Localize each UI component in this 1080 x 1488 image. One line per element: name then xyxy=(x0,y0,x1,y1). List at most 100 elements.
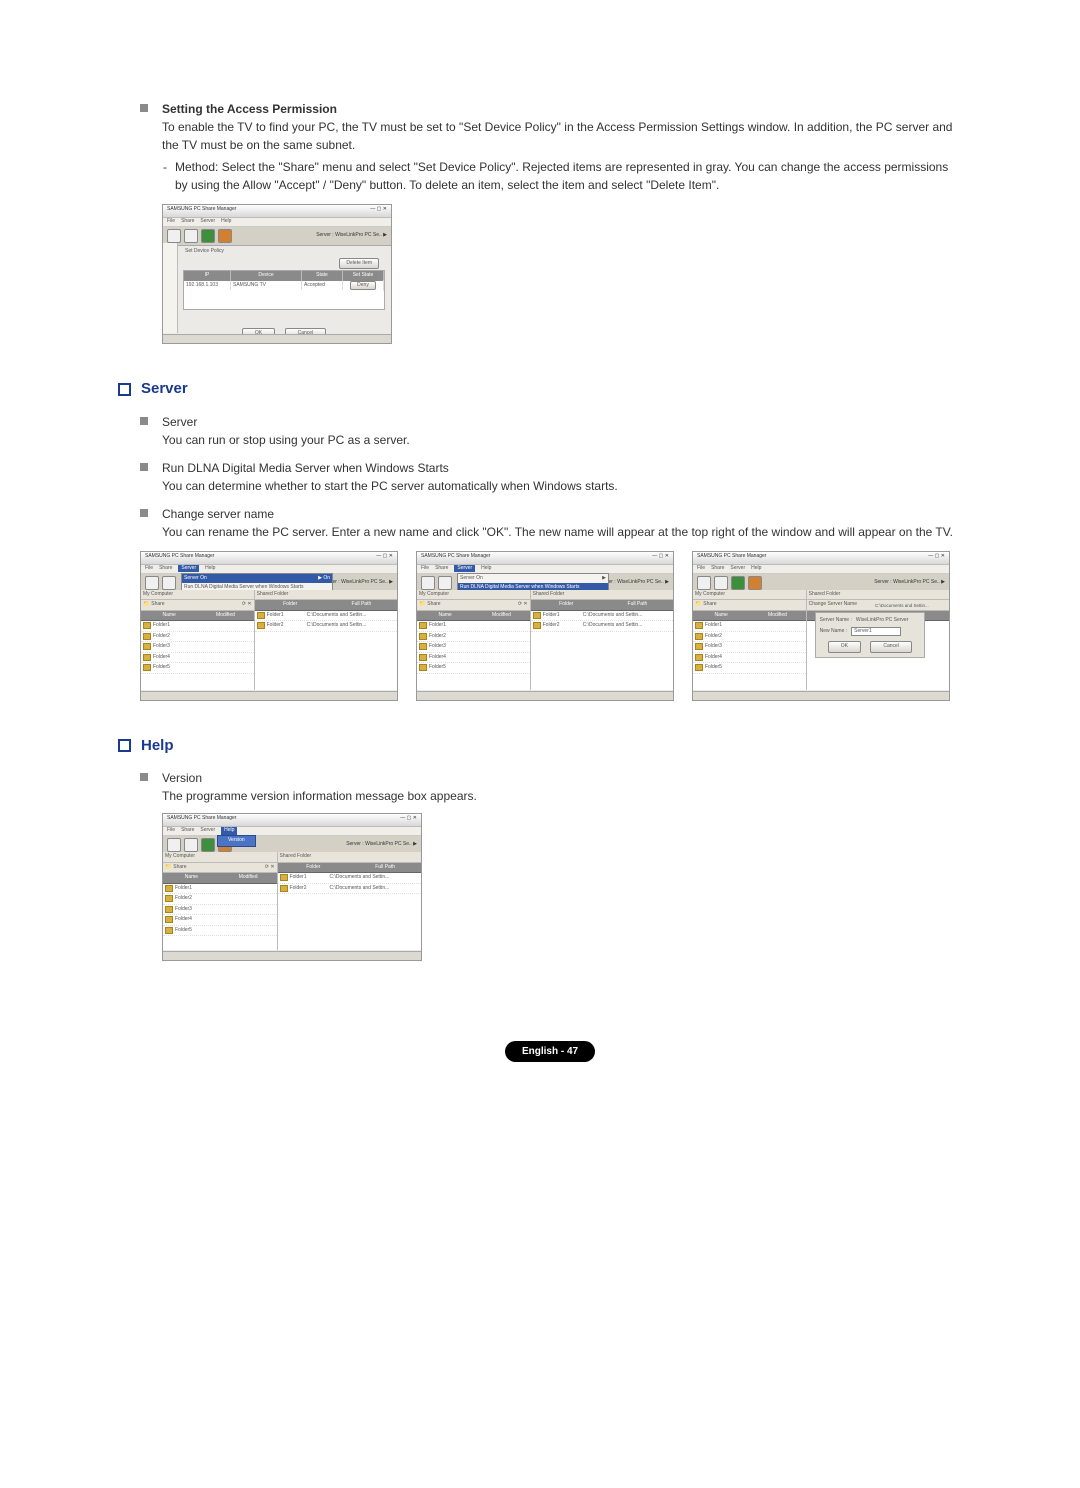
server-ss-2: SAMSUNG PC Share Manager— ▢ ✕ File Share… xyxy=(416,551,674,701)
page-number: English - 47 xyxy=(505,1041,595,1062)
folder-item[interactable]: Folder5 xyxy=(429,664,446,672)
refresh-icon[interactable] xyxy=(201,229,215,243)
shared-folder[interactable]: Folder2 xyxy=(290,885,330,893)
menu-file[interactable]: File xyxy=(167,827,175,835)
th-state: State xyxy=(302,271,343,281)
deny-button[interactable]: Deny xyxy=(350,281,376,291)
menu-server[interactable]: Server xyxy=(200,827,215,835)
toolbar-icon[interactable] xyxy=(697,576,711,590)
shared-path: C:\Documents and Settin... xyxy=(583,622,643,630)
server-opt-server[interactable]: Server On▶ On xyxy=(182,574,332,584)
bullet-icon xyxy=(140,104,148,112)
server-opt-server[interactable]: Server On▶ xyxy=(458,574,608,584)
bullet-icon xyxy=(140,417,148,425)
delete-item-button[interactable]: Delete Item xyxy=(339,258,379,270)
folder-item[interactable]: Folder1 xyxy=(175,885,192,893)
folder-item[interactable]: Folder4 xyxy=(429,654,446,662)
folder-item[interactable]: Folder3 xyxy=(705,643,722,651)
folder-item[interactable]: Folder2 xyxy=(175,895,192,903)
toolbar-icon[interactable] xyxy=(438,576,452,590)
server-item1-head: Server xyxy=(162,413,960,431)
folder-item[interactable]: Folder4 xyxy=(705,654,722,662)
toolbar-icon[interactable] xyxy=(167,229,181,243)
folder-item[interactable]: Folder2 xyxy=(153,633,170,641)
share-node[interactable]: Share xyxy=(427,601,518,609)
menu-server[interactable]: Server xyxy=(178,565,199,573)
folder-item[interactable]: Folder4 xyxy=(153,654,170,662)
shared-folder[interactable]: Folder2 xyxy=(267,622,307,630)
stop-icon[interactable] xyxy=(218,229,232,243)
sharedfolder-head: Shared Folder xyxy=(278,852,421,863)
access-dash-row: - Method: Select the "Share" menu and se… xyxy=(140,158,960,194)
col-name: Name xyxy=(163,874,220,882)
menu-help[interactable]: Help xyxy=(751,565,761,573)
rename-label: Server Name : xyxy=(820,617,852,625)
menu-server[interactable]: Server xyxy=(454,565,475,573)
refresh-icon[interactable] xyxy=(201,838,215,852)
folder-item[interactable]: Folder5 xyxy=(175,927,192,935)
menu-server[interactable]: Server xyxy=(200,218,215,226)
help-item1-body: The programme version information messag… xyxy=(162,787,960,805)
share-node[interactable]: Share xyxy=(173,864,265,872)
toolbar-icon[interactable] xyxy=(714,576,728,590)
cancel-button[interactable]: Cancel xyxy=(870,641,912,653)
td-ip: 192.168.1.103 xyxy=(184,281,231,291)
col-folder: Folder xyxy=(531,601,602,609)
toolbar-icon[interactable] xyxy=(184,838,198,852)
folder-item[interactable]: Folder5 xyxy=(153,664,170,672)
toolbar-icon[interactable] xyxy=(421,576,435,590)
help-item1: Version The programme version informatio… xyxy=(140,769,960,805)
newname-input[interactable]: Server1 xyxy=(851,627,901,636)
menu-help[interactable]: Help xyxy=(481,565,491,573)
menu-help[interactable]: Help xyxy=(221,827,237,835)
menu-file[interactable]: File xyxy=(697,565,705,573)
toolbar-icon[interactable] xyxy=(162,576,176,590)
folder-item[interactable]: Folder2 xyxy=(429,633,446,641)
ok-button[interactable]: OK xyxy=(828,641,861,653)
app-title: SAMSUNG PC Share Manager xyxy=(167,815,236,825)
folder-item[interactable]: Folder5 xyxy=(705,664,722,672)
sharedfolder-head: Shared Folder xyxy=(531,590,673,601)
menu-server[interactable]: Server xyxy=(730,565,745,573)
folder-item[interactable]: Folder2 xyxy=(705,633,722,641)
mycomputer-head: My Computer xyxy=(141,590,254,601)
folder-item[interactable]: Folder4 xyxy=(175,916,192,924)
server-item3-body: You can rename the PC server. Enter a ne… xyxy=(162,523,960,541)
folder-item[interactable]: Folder3 xyxy=(429,643,446,651)
shared-folder[interactable]: Folder1 xyxy=(543,612,583,620)
stop-icon[interactable] xyxy=(748,576,762,590)
share-node[interactable]: Share xyxy=(703,601,803,609)
folder-item[interactable]: Folder1 xyxy=(153,622,170,630)
menu-help[interactable]: Help xyxy=(221,218,231,226)
server-item2-head: Run DLNA Digital Media Server when Windo… xyxy=(162,459,960,477)
menu-help[interactable]: Help xyxy=(205,565,215,573)
help-version-item[interactable]: Version xyxy=(217,835,256,847)
menu-share[interactable]: Share xyxy=(181,218,194,226)
shared-path: C:\Documents and Settin... xyxy=(583,612,643,620)
bullet-icon xyxy=(140,773,148,781)
toolbar-icon[interactable] xyxy=(167,838,181,852)
menu-share[interactable]: Share xyxy=(711,565,724,573)
shared-folder[interactable]: Folder1 xyxy=(267,612,307,620)
help-item1-head: Version xyxy=(162,769,960,787)
menu-file[interactable]: File xyxy=(421,565,429,573)
menu-share[interactable]: Share xyxy=(159,565,172,573)
menu-share[interactable]: Share xyxy=(435,565,448,573)
menu-file[interactable]: File xyxy=(145,565,153,573)
shared-folder[interactable]: Folder2 xyxy=(543,622,583,630)
folder-item[interactable]: Folder3 xyxy=(175,906,192,914)
shared-folder[interactable]: Folder1 xyxy=(290,874,330,882)
rename-dialog: Server Name : WiseLinkPro PC Server New … xyxy=(815,612,925,658)
refresh-icon[interactable] xyxy=(731,576,745,590)
col-folder: Folder xyxy=(255,601,326,609)
menu-file[interactable]: File xyxy=(167,218,175,226)
share-node[interactable]: Share xyxy=(151,601,242,609)
shared-path: C:\Documents and Settin... xyxy=(307,612,367,620)
menu-share[interactable]: Share xyxy=(181,827,194,835)
folder-item[interactable]: Folder1 xyxy=(705,622,722,630)
toolbar-icon[interactable] xyxy=(184,229,198,243)
folder-item[interactable]: Folder1 xyxy=(429,622,446,630)
col-name: Name xyxy=(417,612,473,620)
folder-item[interactable]: Folder3 xyxy=(153,643,170,651)
toolbar-icon[interactable] xyxy=(145,576,159,590)
